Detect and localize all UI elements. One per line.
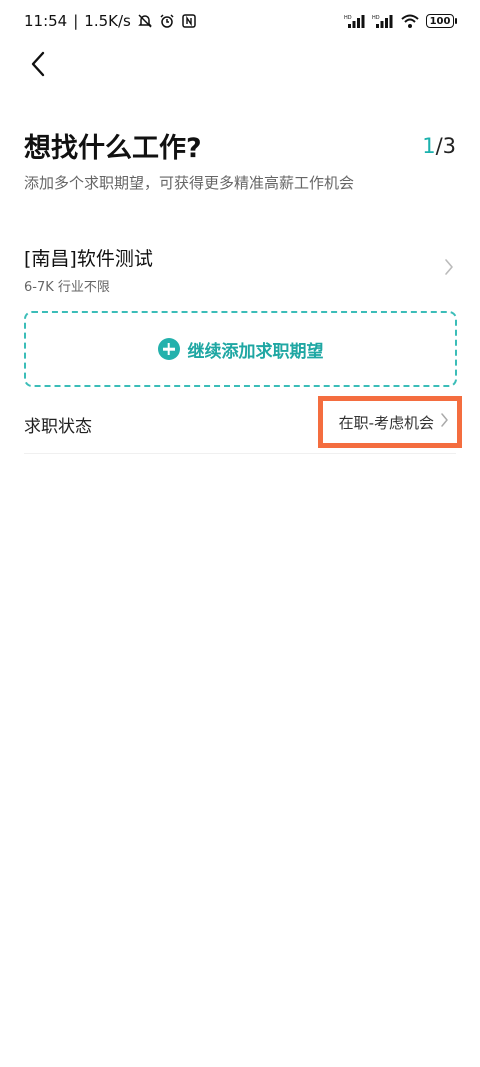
expectation-title: [南昌]软件测试 <box>24 248 153 270</box>
svg-text:HD: HD <box>372 15 380 21</box>
add-expectation-label: 继续添加求职期望 <box>187 341 324 362</box>
page-subtitle: 添加多个求职期望，可获得更多精准高薪工作机会 <box>24 174 355 192</box>
job-status-selector[interactable]: 在职-考虑机会 <box>318 396 462 448</box>
job-status-label: 求职状态 <box>24 417 92 437</box>
add-expectation-button[interactable]: 继续添加求职期望 <box>24 311 457 387</box>
signal-hd-icon: HD <box>344 13 366 29</box>
step-current: 1 <box>422 134 436 158</box>
job-expectation-item[interactable]: [南昌]软件测试 6-7K 行业不限 <box>24 234 456 302</box>
expectation-detail: 6-7K 行业不限 <box>24 280 110 295</box>
nfc-icon <box>181 13 197 29</box>
status-bar: 11:54 | 1.5K/s HD HD 100 <box>0 0 480 42</box>
back-button[interactable] <box>20 48 56 84</box>
wifi-icon <box>400 13 420 29</box>
divider: | <box>73 12 79 30</box>
chevron-right-icon <box>444 258 454 280</box>
step-indicator: 1/3 <box>422 134 456 158</box>
job-status-row[interactable]: 求职状态 在职-考虑机会 <box>24 394 462 454</box>
network-speed: 1.5K/s <box>84 12 131 30</box>
svg-text:HD: HD <box>344 15 352 21</box>
step-total: /3 <box>435 134 456 158</box>
alarm-icon <box>159 13 175 29</box>
signal-hd-icon: HD <box>372 13 394 29</box>
page-title: 想找什么工作? <box>24 133 202 164</box>
chevron-left-icon <box>29 51 47 81</box>
battery-icon: 100 <box>426 14 457 28</box>
chevron-right-icon <box>440 412 449 432</box>
bell-muted-icon <box>137 13 153 29</box>
clock-time: 11:54 <box>24 12 68 30</box>
job-status-value: 在职-考虑机会 <box>338 413 434 432</box>
plus-circle-icon <box>157 338 180 360</box>
